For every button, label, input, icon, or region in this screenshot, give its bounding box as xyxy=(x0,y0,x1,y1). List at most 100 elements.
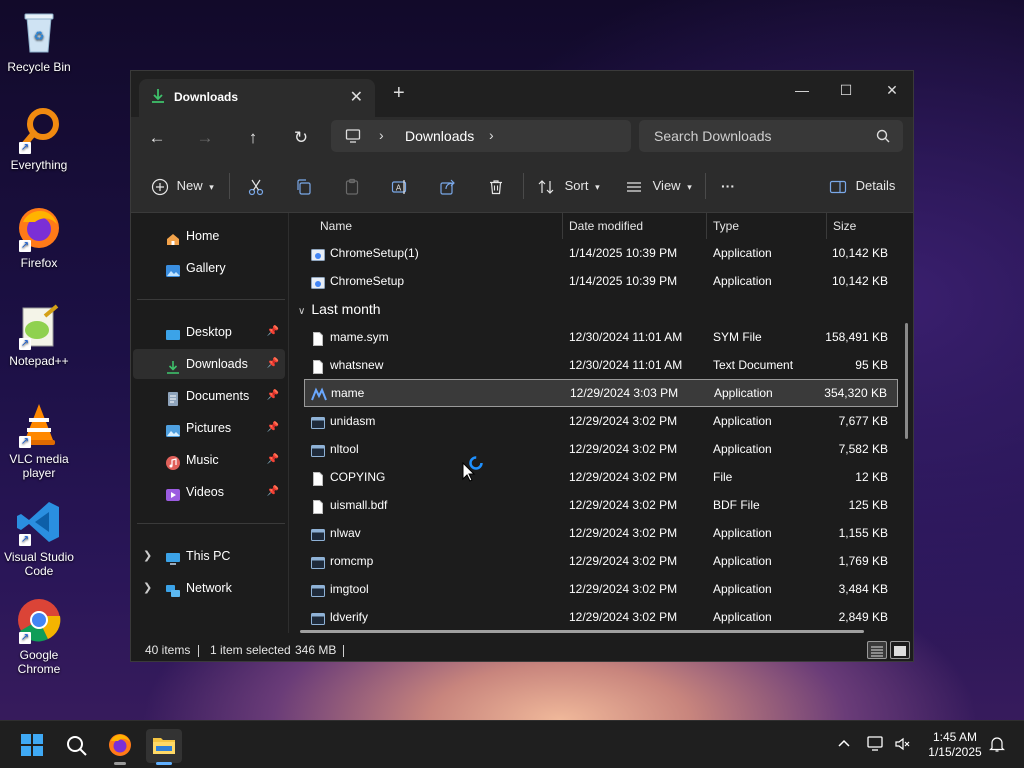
firefox-icon: ↗ xyxy=(15,204,63,252)
details-view-button[interactable] xyxy=(867,641,887,659)
new-tab-button[interactable]: + xyxy=(393,83,405,103)
back-button[interactable]: ← xyxy=(141,123,173,153)
file-row[interactable]: nltool 12/29/2024 3:02 PM Application 7,582… xyxy=(304,435,898,463)
chevron-right-icon[interactable]: › xyxy=(379,127,384,143)
column-header-name[interactable]: Name xyxy=(320,213,352,239)
minimize-button[interactable]: — xyxy=(779,75,825,105)
file-row[interactable]: nlwav 12/29/2024 3:02 PM Application 1,155 … xyxy=(304,519,898,547)
file-row[interactable]: unidasm 12/29/2024 3:02 PM Application 7,67… xyxy=(304,407,898,435)
network-status-button[interactable] xyxy=(866,735,886,755)
pin-icon[interactable]: 📌 xyxy=(267,413,279,443)
tab-downloads[interactable]: Downloads ✕ xyxy=(139,79,375,117)
nav-item-network[interactable]: ❯ Network xyxy=(133,573,285,603)
column-header-date[interactable]: Date modified xyxy=(569,213,643,239)
horizontal-scrollbar[interactable] xyxy=(300,630,864,633)
navigation-bar: ← → ↑ ↻ › Downloads › Search Downloads xyxy=(131,117,913,159)
desktop-icon-firefox[interactable]: ↗ Firefox xyxy=(0,204,78,270)
pin-icon[interactable]: 📌 xyxy=(267,349,279,379)
clock-date: 1/15/2025 xyxy=(928,745,982,759)
breadcrumb-downloads[interactable]: Downloads xyxy=(405,128,474,144)
pin-icon[interactable]: 📌 xyxy=(267,317,279,347)
nav-item-this-pc[interactable]: ❯ This PC xyxy=(133,541,285,571)
sort-button[interactable]: Sort ▾ xyxy=(537,173,600,199)
chevron-right-icon[interactable]: ❯ xyxy=(143,541,152,571)
paste-button[interactable] xyxy=(343,173,361,199)
desktop-icon-vlc[interactable]: ↗ VLC media player xyxy=(0,400,78,480)
desktop-icon-vscode[interactable]: ↗ Visual Studio Code xyxy=(0,498,78,578)
chevron-right-icon[interactable]: ❯ xyxy=(143,573,152,603)
nav-item-home[interactable]: Home xyxy=(133,221,285,251)
delete-button[interactable] xyxy=(487,173,505,199)
show-hidden-icons-button[interactable] xyxy=(836,735,852,755)
rename-button[interactable]: A xyxy=(391,173,409,199)
desktop-icon-chrome[interactable]: ↗ Google Chrome xyxy=(0,596,78,676)
column-divider[interactable] xyxy=(706,213,707,239)
file-row[interactable]: romcmp 12/29/2024 3:02 PM Application 1,769… xyxy=(304,547,898,575)
tiles-view-button[interactable] xyxy=(890,641,910,659)
desktop-icon-notepadpp[interactable]: ↗ Notepad++ xyxy=(0,302,78,368)
taskbar-search-button[interactable] xyxy=(59,729,95,763)
view-list-icon xyxy=(627,181,641,192)
nav-item-documents[interactable]: Documents 📌 xyxy=(133,381,285,411)
search-box[interactable]: Search Downloads xyxy=(639,120,903,152)
close-window-button[interactable]: ✕ xyxy=(869,75,913,105)
file-date: 12/29/2024 3:02 PM xyxy=(569,582,678,596)
tab-close-icon[interactable]: ✕ xyxy=(350,87,363,107)
pin-icon[interactable]: 📌 xyxy=(267,381,279,411)
up-button[interactable]: ↑ xyxy=(237,123,269,153)
file-row[interactable]: imgtool 12/29/2024 3:02 PM Application 3,48… xyxy=(304,575,898,603)
more-options-button[interactable]: ··· xyxy=(721,173,735,199)
details-pane-button[interactable]: Details xyxy=(829,173,895,199)
file-row[interactable]: uismall.bdf 12/29/2024 3:02 PM BDF File 125… xyxy=(304,491,898,519)
desktop-icon-recycle-bin[interactable]: ♻ Recycle Bin xyxy=(0,8,78,74)
item-count: 40 items xyxy=(145,643,191,657)
file-row[interactable]: mame 12/29/2024 3:03 PM Application 354,320… xyxy=(304,379,898,407)
vertical-scrollbar[interactable] xyxy=(905,323,908,439)
tab-label: Downloads xyxy=(174,90,239,104)
notifications-button[interactable] xyxy=(988,735,1006,755)
nav-item-desktop[interactable]: Desktop 📌 xyxy=(133,317,285,347)
chevron-right-icon[interactable]: › xyxy=(489,127,494,143)
nav-item-pictures[interactable]: Pictures 📌 xyxy=(133,413,285,443)
maximize-button[interactable]: ☐ xyxy=(823,75,869,105)
nav-item-music[interactable]: Music 📌 xyxy=(133,445,285,475)
file-row[interactable]: ldverify 12/29/2024 3:02 PM Application 2,8… xyxy=(304,603,898,631)
column-divider[interactable] xyxy=(826,213,827,239)
nav-item-videos[interactable]: Videos 📌 xyxy=(133,477,285,507)
chevron-down-icon: ▾ xyxy=(209,182,214,192)
forward-button[interactable]: → xyxy=(189,123,221,153)
file-row[interactable]: ChromeSetup 1/14/2025 10:39 PM Application… xyxy=(304,267,898,295)
volume-button[interactable] xyxy=(894,735,912,755)
desktop-icon-everything[interactable]: ↗ Everything xyxy=(0,106,78,172)
column-header-size[interactable]: Size xyxy=(833,213,856,239)
copy-button[interactable] xyxy=(295,173,313,199)
view-button[interactable]: View ▾ xyxy=(625,173,692,199)
cut-button[interactable] xyxy=(247,173,265,199)
file-row[interactable]: whatsnew 12/30/2024 11:01 AM Text Document… xyxy=(304,351,898,379)
pin-icon[interactable]: 📌 xyxy=(267,445,279,475)
column-divider[interactable] xyxy=(562,213,563,239)
start-button[interactable] xyxy=(14,729,50,763)
file-name: mame.sym xyxy=(330,330,389,344)
file-row[interactable]: ChromeSetup(1) 1/14/2025 10:39 PM Applicat… xyxy=(304,239,898,267)
file-row[interactable]: COPYING 12/29/2024 3:02 PM File 12 KB xyxy=(304,463,898,491)
scissors-icon xyxy=(248,179,264,195)
nav-item-downloads[interactable]: Downloads 📌 xyxy=(133,349,285,379)
new-button[interactable]: New ▾ xyxy=(151,173,214,199)
file-name: mame xyxy=(331,386,365,400)
address-bar[interactable]: › Downloads › xyxy=(331,120,631,152)
file-type: BDF File xyxy=(713,498,760,512)
file-row[interactable]: mame.sym 12/30/2024 11:01 AM SYM File 158,4… xyxy=(304,323,898,351)
system-clock[interactable]: 1:45 AM 1/15/2025 xyxy=(918,730,992,760)
taskbar-file-explorer[interactable] xyxy=(146,729,182,765)
taskbar-firefox[interactable] xyxy=(102,729,138,765)
nav-item-label: Pictures xyxy=(186,421,232,435)
pin-icon[interactable]: 📌 xyxy=(267,477,279,507)
nav-item-gallery[interactable]: Gallery xyxy=(133,253,285,283)
file-type: Application xyxy=(713,610,772,624)
file-size: 2,849 KB xyxy=(838,610,888,624)
group-header-last-month[interactable]: ∨ Last month xyxy=(298,295,381,323)
column-header-type[interactable]: Type xyxy=(713,213,739,239)
share-button[interactable] xyxy=(439,173,457,199)
refresh-button[interactable]: ↻ xyxy=(285,123,317,153)
